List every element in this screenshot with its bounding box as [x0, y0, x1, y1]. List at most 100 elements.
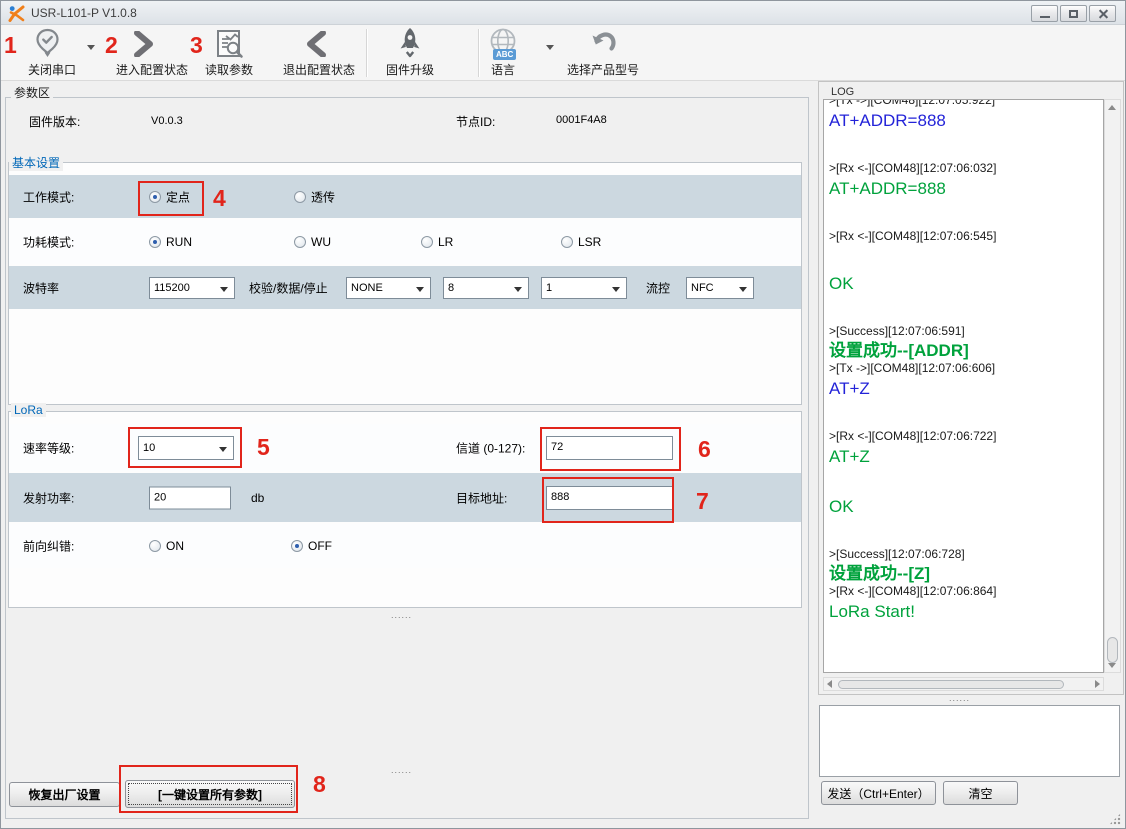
radio-fec-on[interactable]: [149, 540, 161, 552]
radio-power-lsr[interactable]: [561, 236, 573, 248]
minimize-icon: [1040, 16, 1050, 18]
app-window: USR-L101-P V1.0.8 关闭串口 进入配置状态 读取参数: [0, 0, 1126, 829]
resize-grip-icon[interactable]: [1109, 813, 1121, 825]
serial-dropdown-caret-icon[interactable]: [87, 45, 95, 50]
annotation-box-8: [119, 765, 298, 813]
log-line: >[Success][12:07:06:728]: [829, 547, 1101, 562]
scroll-up-arrow-icon[interactable]: [1108, 105, 1116, 110]
log-line: >[Rx <-][COM48][12:07:06:722]: [829, 429, 1101, 444]
combo-arrow-icon: [514, 287, 522, 292]
tx-power-label: 发射功率:: [23, 489, 74, 506]
radio-label-lsr[interactable]: LSR: [578, 235, 601, 249]
log-line: AT+Z: [829, 447, 1101, 467]
annotation-box-4: [138, 181, 204, 216]
tx-power-input[interactable]: 20: [149, 486, 231, 509]
radio-label-fec-on[interactable]: ON: [166, 539, 184, 553]
flow-control-label: 流控: [646, 279, 670, 296]
radio-work-mode-transparent[interactable]: [294, 191, 306, 203]
vertical-scroll-thumb[interactable]: [1107, 637, 1118, 663]
minimize-button[interactable]: [1031, 5, 1058, 22]
toolbar-item-select-model[interactable]: 选择产品型号: [567, 61, 639, 78]
radio-label-wu[interactable]: WU: [311, 235, 331, 249]
annotation-number-2: 2: [105, 32, 118, 59]
toolbar-item-read-params[interactable]: 读取参数: [205, 61, 253, 78]
maximize-button[interactable]: [1060, 5, 1087, 22]
chevron-left-icon[interactable]: [304, 31, 330, 57]
tx-power-unit: db: [251, 491, 264, 505]
annotation-number-8: 8: [313, 771, 326, 798]
basic-settings-title: 基本设置: [9, 154, 63, 171]
baud-row: 波特率 115200 校验/数据/停止 NONE 8 1 流控 NFC: [9, 266, 801, 309]
chevron-right-icon[interactable]: [130, 31, 156, 57]
target-address-label: 目标地址:: [456, 489, 507, 506]
annotation-number-5: 5: [257, 434, 270, 461]
log-line: LoRa Start!: [829, 602, 1101, 622]
restore-factory-button[interactable]: 恢复出厂设置: [9, 782, 120, 807]
toolbar-item-enter-config[interactable]: 进入配置状态: [116, 61, 188, 78]
language-abc-badge: ABC: [493, 49, 516, 60]
splitter-handle[interactable]: ......: [391, 610, 412, 620]
annotation-box-5: [128, 427, 242, 468]
baud-select[interactable]: 115200: [149, 277, 235, 299]
toolbar-item-close-serial[interactable]: 关闭串口: [23, 61, 81, 78]
flow-control-select[interactable]: NFC: [686, 277, 754, 299]
txpower-target-row: 发射功率: 20 db 目标地址: 888: [9, 473, 801, 522]
log-vertical-scrollbar[interactable]: [1104, 99, 1121, 673]
scroll-right-arrow-icon[interactable]: [1095, 680, 1100, 688]
node-id-label: 节点ID:: [456, 113, 495, 130]
toolbar-separator: [478, 29, 479, 77]
radio-power-wu[interactable]: [294, 236, 306, 248]
radio-label-transparent[interactable]: 透传: [311, 188, 335, 205]
toolbar-separator: [366, 29, 367, 77]
fec-label: 前向纠错:: [23, 538, 74, 555]
radio-fec-off[interactable]: [291, 540, 303, 552]
read-params-doc-icon[interactable]: [213, 28, 245, 60]
radio-label-fec-off[interactable]: OFF: [308, 539, 332, 553]
combo-arrow-icon: [416, 287, 424, 292]
select-model-undo-icon[interactable]: [590, 29, 617, 56]
send-button[interactable]: 发送（Ctrl+Enter）: [821, 781, 936, 805]
language-dropdown-caret-icon[interactable]: [546, 45, 554, 50]
annotation-number-1: 1: [4, 32, 17, 59]
title-bar: USR-L101-P V1.0.8: [1, 1, 1126, 25]
log-line: OK: [829, 274, 1101, 294]
log-panel-title: LOG: [831, 86, 854, 98]
power-mode-row: 功耗模式: RUN WU LR LSR: [9, 220, 801, 264]
log-line: AT+Z: [829, 379, 1101, 399]
radio-power-run[interactable]: [149, 236, 161, 248]
log-line: >[Tx ->][COM48][12:07:05:922]: [829, 99, 1101, 108]
data-bits-select[interactable]: 8: [443, 277, 529, 299]
lora-section-title: LoRa: [11, 403, 46, 417]
channel-label: 信道 (0-127):: [456, 439, 525, 456]
toolbar-item-language[interactable]: 语言: [491, 61, 515, 78]
toolbar-item-exit-config[interactable]: 退出配置状态: [283, 61, 355, 78]
combo-arrow-icon: [220, 287, 228, 292]
rate-level-label: 速率等级:: [23, 439, 74, 456]
annotation-number-6: 6: [698, 436, 711, 463]
clear-button[interactable]: 清空: [943, 781, 1018, 805]
send-data-textarea[interactable]: [819, 705, 1120, 777]
close-button[interactable]: [1089, 5, 1116, 22]
splitter-handle[interactable]: ......: [391, 765, 412, 775]
toolbar-item-firmware-upgrade[interactable]: 固件升级: [386, 61, 434, 78]
param-area-title: 参数区: [11, 84, 53, 101]
annotation-number-4: 4: [213, 185, 226, 212]
stop-bits-select[interactable]: 1: [541, 277, 627, 299]
log-line: >[Rx <-][COM48][12:07:06:545]: [829, 229, 1101, 244]
scroll-down-arrow-icon[interactable]: [1108, 663, 1116, 668]
scroll-left-arrow-icon[interactable]: [827, 680, 832, 688]
parity-select[interactable]: NONE: [346, 277, 431, 299]
radio-label-lr[interactable]: LR: [438, 235, 453, 249]
annotation-number-7: 7: [696, 488, 709, 515]
window-title: USR-L101-P V1.0.8: [31, 6, 137, 20]
firmware-rocket-icon[interactable]: [397, 27, 423, 60]
work-mode-label: 工作模式:: [23, 188, 74, 205]
toolbar: 关闭串口 进入配置状态 读取参数 退出配置状态: [1, 25, 1126, 81]
radio-power-lr[interactable]: [421, 236, 433, 248]
power-mode-label: 功耗模式:: [23, 234, 74, 251]
horizontal-scroll-thumb[interactable]: [838, 680, 1064, 689]
serial-port-pin-icon[interactable]: [34, 28, 61, 59]
annotation-box-7: [542, 477, 674, 523]
radio-label-run[interactable]: RUN: [166, 235, 192, 249]
log-view[interactable]: >[Tx ->][COM48][12:07:05:922]AT+ADDR=888…: [823, 99, 1104, 673]
